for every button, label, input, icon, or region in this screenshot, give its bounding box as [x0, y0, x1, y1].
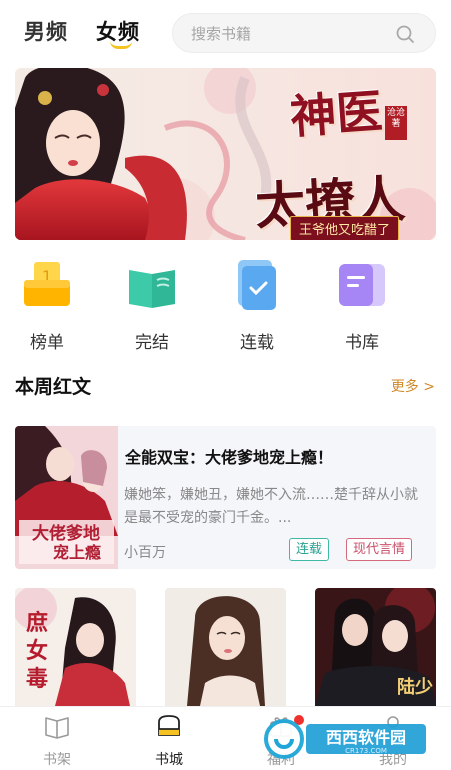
search-icon[interactable] — [395, 24, 415, 44]
serial-icon — [238, 260, 276, 310]
completed-book-icon — [129, 270, 175, 308]
active-tab-indicator — [110, 41, 132, 49]
watermark-text: 西西软件园 — [326, 728, 406, 747]
search-bar[interactable] — [172, 13, 436, 53]
svg-text:毒: 毒 — [26, 666, 48, 692]
bookshelf-icon — [45, 717, 69, 739]
svg-text:庶: 庶 — [26, 610, 48, 636]
nav-label-library: 书库 — [345, 333, 379, 353]
book-cover-3[interactable]: 陆少 — [315, 588, 436, 706]
bottom-tab-label-bookstore: 书城 — [155, 752, 183, 768]
status-badge: 连载 — [289, 538, 330, 561]
featured-book-author: 小百万 — [124, 545, 166, 561]
section-title: 本周红文 — [15, 376, 92, 398]
bookstore-icon — [158, 715, 180, 736]
banner-author-seal: 沧沧著 — [385, 106, 407, 140]
more-link[interactable]: 更多 > — [391, 376, 435, 396]
svg-text:大佬爹地: 大佬爹地 — [32, 523, 100, 544]
nav-label-ranking: 榜单 — [30, 333, 64, 353]
svg-text:宠上瘾: 宠上瘾 — [53, 543, 101, 562]
top-header: 男频 女频 — [0, 0, 451, 62]
tab-male[interactable]: 男频 — [24, 16, 68, 46]
bottom-tab-label-bookshelf: 书架 — [43, 752, 71, 768]
featured-book-card[interactable]: 大佬爹地 宠上瘾 全能双宝：大佬爹地宠上瘾！ 嫌她笨，嫌她丑，嫌她不入流……楚千… — [15, 426, 436, 569]
svg-text:女: 女 — [26, 638, 48, 664]
featured-book-description: 嫌她笨，嫌她丑，嫌她不入流……楚千辞从小就是最不受宠的豪门千金。... — [124, 487, 418, 526]
book-cover-1[interactable]: 庶 女 毒 — [15, 588, 136, 706]
promo-banner[interactable]: 神医 太撩人 沧沧著 王爷他又吃醋了 — [15, 68, 436, 240]
watermark-subtext: CR173.COM — [345, 747, 387, 755]
book-cover-2[interactable] — [165, 588, 286, 706]
category-nav: 1 榜单 完结 连载 书库 — [0, 258, 451, 354]
ranking-icon: 1 — [24, 262, 70, 306]
featured-book-title: 全能双宝：大佬爹地宠上瘾！ — [125, 448, 334, 467]
nav-label-completed: 完结 — [135, 333, 169, 353]
banner-title-line1: 神医 — [288, 83, 384, 145]
app-screen: 男频 女频 搜索书籍 神医 太撩人 沧沧著 王爷他又吃醋了 1 榜单 完结 连载… — [0, 0, 451, 770]
svg-text:陆少: 陆少 — [397, 676, 433, 698]
featured-book-cover: 大佬爹地 宠上瘾 — [15, 426, 118, 569]
banner-subtitle: 王爷他又吃醋了 — [290, 216, 400, 240]
site-watermark: 西西软件园 CR173.COM — [264, 719, 426, 759]
search-input[interactable] — [191, 23, 391, 45]
genre-badge: 现代言情 — [346, 538, 413, 561]
library-icon — [339, 264, 385, 306]
nav-label-serial: 连载 — [240, 333, 274, 353]
